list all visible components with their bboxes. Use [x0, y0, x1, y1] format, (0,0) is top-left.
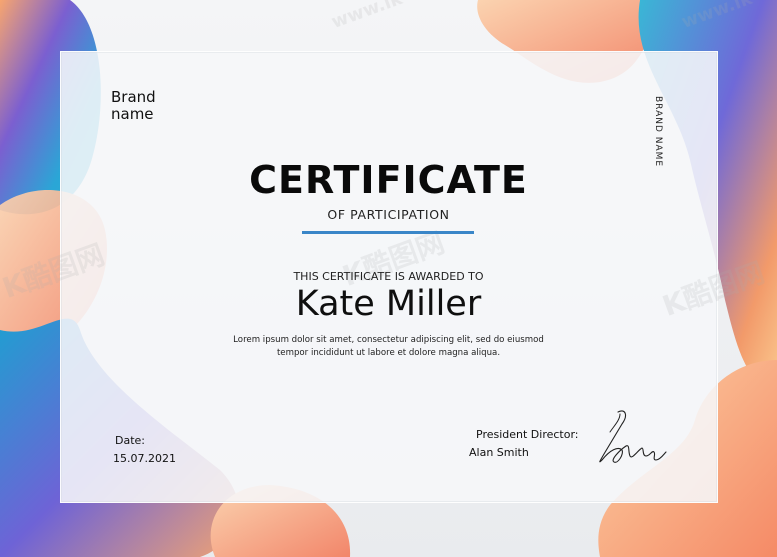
signer-name: Alan Smith — [469, 446, 529, 459]
brand-line-2: name — [111, 105, 154, 123]
certificate-body: Lorem ipsum dolor sit amet, consectetur … — [0, 334, 777, 360]
brand-line-1: Brand — [111, 88, 156, 106]
recipient-name: Kate Miller — [295, 284, 482, 324]
brand-name-left: Brand name — [111, 89, 156, 123]
date-value: 15.07.2021 — [113, 452, 176, 465]
title-underline — [302, 231, 474, 234]
signature-icon — [599, 410, 667, 463]
awarded-to-label: THIS CERTIFICATE IS AWARDED TO — [293, 270, 484, 283]
body-line-2: tempor incididunt ut labore et dolore ma… — [276, 348, 501, 358]
brand-name-vertical: BRAND NAME — [653, 96, 663, 168]
signer-title: President Director: — [476, 428, 579, 441]
certificate-subtitle: OF PARTICIPATION — [327, 207, 450, 222]
certificate-page: K酷图网 K酷图网 K酷图网 www.ik www.ik Brand name … — [0, 0, 777, 557]
date-label: Date: — [115, 434, 145, 447]
certificate-title: CERTIFICATE — [249, 158, 528, 202]
body-line-1: Lorem ipsum dolor sit amet, consectetur … — [233, 335, 544, 345]
